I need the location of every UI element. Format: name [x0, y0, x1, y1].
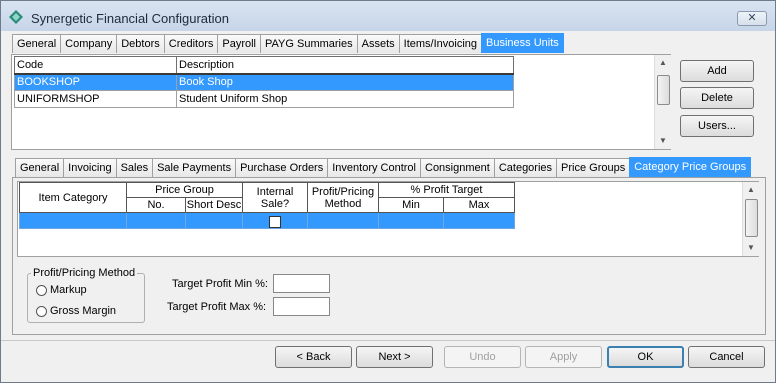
subtab-invoicing[interactable]: Invoicing	[63, 158, 117, 177]
markup-label[interactable]: Markup	[50, 284, 87, 296]
subtab-general[interactable]: General	[15, 158, 65, 177]
cancel-button[interactable]: Cancel	[688, 346, 765, 368]
footer-separator	[1, 340, 775, 341]
column-header-item-category[interactable]: Item Category	[19, 182, 127, 213]
column-header-internal-sale[interactable]: Internal Sale?	[242, 182, 308, 213]
cell-pg-no[interactable]	[126, 212, 186, 229]
internal-sale-checkbox[interactable]	[269, 215, 281, 228]
column-header-pg-short-desc[interactable]: Short Desc	[185, 197, 243, 213]
scroll-thumb[interactable]	[745, 199, 758, 237]
window-title: Synergetic Financial Configuration	[31, 11, 229, 26]
target-max-label: Target Profit Max %:	[167, 301, 267, 313]
scroll-up-icon[interactable]: ▲	[743, 182, 759, 198]
cell-code[interactable]: UNIFORMSHOP	[14, 90, 177, 108]
back-button[interactable]: < Back	[275, 346, 352, 368]
ok-button[interactable]: OK	[607, 346, 684, 368]
cpg-scrollbar[interactable]: ▲ ▼	[742, 182, 759, 256]
delete-button[interactable]: Delete	[680, 87, 754, 109]
subtab-consignment[interactable]: Consignment	[420, 158, 495, 177]
target-max-input[interactable]	[273, 297, 330, 316]
column-header-max[interactable]: Max	[443, 197, 515, 213]
undo-button[interactable]: Undo	[444, 346, 521, 368]
subtab-price-groups[interactable]: Price Groups	[556, 158, 631, 177]
apply-button[interactable]: Apply	[525, 346, 602, 368]
cell-profit-method[interactable]	[307, 212, 379, 229]
sub-tab-strip: General Invoicing Sales Sale Payments Purcha…	[15, 157, 752, 178]
cell-description[interactable]: Student Uniform Shop	[176, 90, 514, 108]
gross-margin-label[interactable]: Gross Margin	[50, 305, 116, 317]
tab-company[interactable]: Company	[60, 34, 118, 53]
tab-creditors[interactable]: Creditors	[163, 34, 219, 53]
category-price-groups-table: Item Category Price Group Internal Sale?…	[19, 182, 515, 229]
top-tab-strip: General Company Debtors Creditors Payroll PAY…	[12, 33, 564, 54]
subtab-categories[interactable]: Categories	[493, 158, 558, 177]
business-units-scrollbar[interactable]: ▲ ▼	[654, 55, 671, 149]
cell-description[interactable]: Book Shop	[176, 73, 514, 91]
tab-items-invoicing[interactable]: Items/Invoicing	[398, 34, 483, 53]
column-header-min[interactable]: Min	[378, 197, 444, 213]
profit-method-group-title: Profit/Pricing Method	[31, 267, 138, 279]
config-window: Synergetic Financial Configuration ✕ Gen…	[0, 0, 776, 383]
scroll-up-icon[interactable]: ▲	[655, 55, 671, 71]
business-units-table: Code Description BOOKSHOP Book Shop UNIF…	[14, 56, 514, 108]
target-min-label: Target Profit Min %:	[172, 278, 268, 290]
column-header-profit-target[interactable]: % Profit Target	[378, 182, 515, 198]
add-button[interactable]: Add	[680, 60, 754, 82]
cell-code[interactable]: BOOKSHOP	[14, 73, 177, 91]
column-header-pg-no[interactable]: No.	[126, 197, 186, 213]
next-button[interactable]: Next >	[356, 346, 433, 368]
title-bar: Synergetic Financial Configuration ✕	[1, 1, 775, 31]
close-icon: ✕	[747, 12, 757, 24]
subtab-purchase-orders[interactable]: Purchase Orders	[235, 158, 329, 177]
business-units-grid: Code Description BOOKSHOP Book Shop UNIF…	[11, 54, 671, 150]
category-price-groups-grid: Item Category Price Group Internal Sale?…	[17, 181, 759, 257]
markup-radio[interactable]	[36, 285, 47, 296]
tab-debtors[interactable]: Debtors	[116, 34, 165, 53]
target-min-input[interactable]	[273, 274, 330, 293]
tab-payg-summaries[interactable]: PAYG Summaries	[260, 34, 358, 53]
column-header-code[interactable]: Code	[14, 56, 177, 75]
column-header-description[interactable]: Description	[176, 56, 514, 75]
scroll-down-icon[interactable]: ▼	[655, 133, 671, 149]
cell-max[interactable]	[443, 212, 515, 229]
cell-item-category[interactable]	[19, 212, 127, 229]
column-header-price-group[interactable]: Price Group	[126, 182, 243, 198]
column-header-profit-method[interactable]: Profit/Pricing Method	[307, 182, 379, 213]
close-button[interactable]: ✕	[737, 11, 767, 26]
tab-general[interactable]: General	[12, 34, 62, 53]
gross-margin-radio[interactable]	[36, 306, 47, 317]
table-row[interactable]: BOOKSHOP Book Shop	[14, 73, 514, 91]
tab-assets[interactable]: Assets	[356, 34, 400, 53]
tab-payroll[interactable]: Payroll	[217, 34, 261, 53]
subtab-sales[interactable]: Sales	[115, 158, 154, 177]
subtab-inventory-control[interactable]: Inventory Control	[327, 158, 421, 177]
users-button[interactable]: Users...	[680, 115, 754, 137]
scroll-down-icon[interactable]: ▼	[743, 240, 759, 256]
app-icon	[9, 10, 23, 24]
cell-pg-short-desc[interactable]	[185, 212, 243, 229]
scroll-thumb[interactable]	[657, 75, 670, 105]
tab-business-units[interactable]: Business Units	[481, 33, 564, 53]
cell-internal-sale[interactable]	[242, 212, 308, 229]
subtab-sale-payments[interactable]: Sale Payments	[152, 158, 237, 177]
subtab-category-price-groups[interactable]: Category Price Groups	[629, 157, 752, 177]
table-row[interactable]: UNIFORMSHOP Student Uniform Shop	[14, 90, 514, 108]
table-row[interactable]	[19, 212, 515, 229]
cell-min[interactable]	[378, 212, 444, 229]
